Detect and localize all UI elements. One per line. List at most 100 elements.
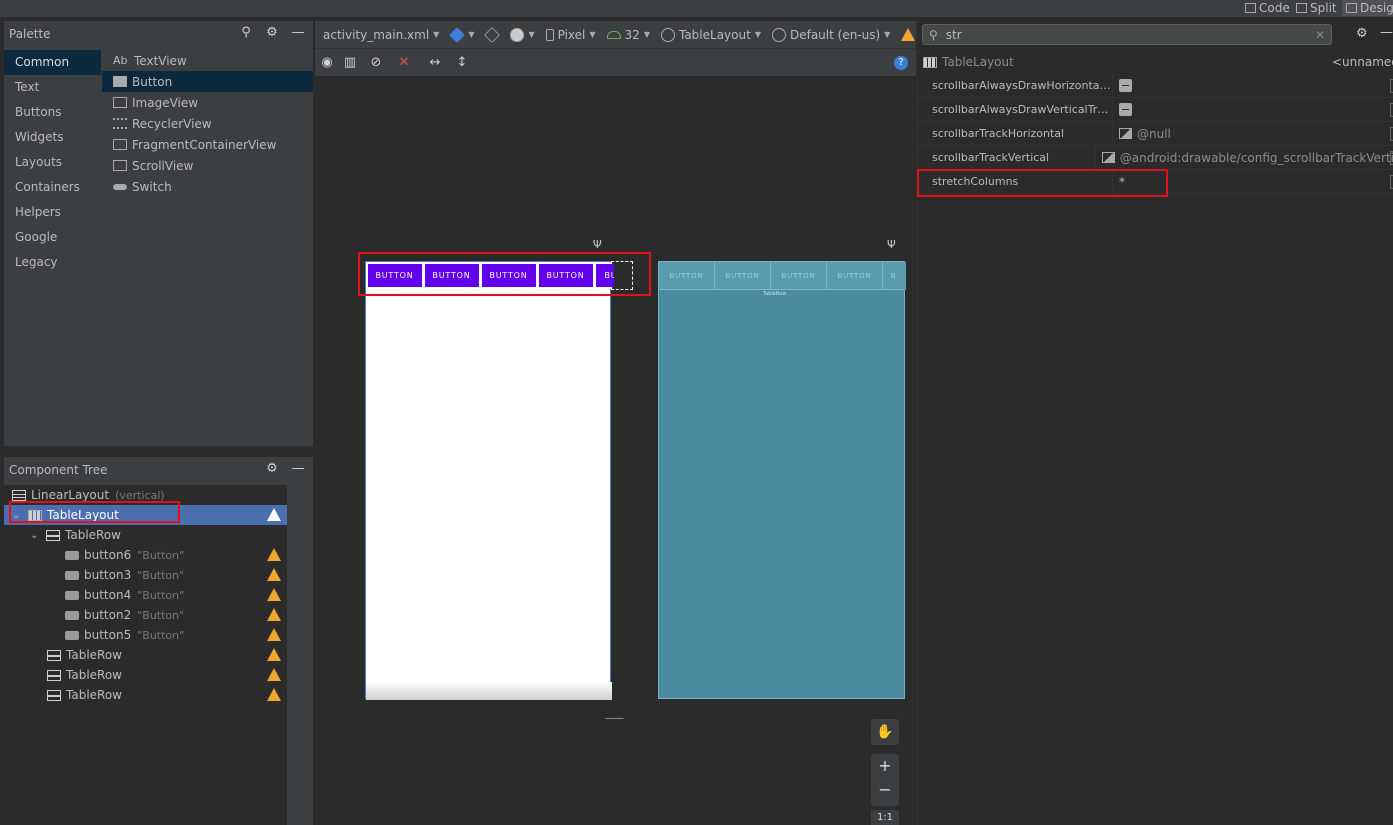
palette-category-layouts[interactable]: Layouts xyxy=(4,150,101,175)
tree-row-button2[interactable]: button2 "Button" xyxy=(4,605,287,625)
blueprint-button[interactable]: BUTTON xyxy=(827,262,883,290)
design-mode-label: Design xyxy=(1360,1,1393,15)
api-level-selector[interactable]: 32 ▼ xyxy=(606,28,650,42)
clear-constraints-icon[interactable]: ✕ xyxy=(397,56,411,70)
minimize-icon[interactable]: — xyxy=(291,462,305,476)
attribute-value[interactable]: @android:drawable/config_scrollbarTrackV… xyxy=(1120,151,1393,165)
palette-item-label: TextView xyxy=(134,53,187,68)
attribute-value[interactable]: @null xyxy=(1137,127,1171,141)
vertical-margin-icon[interactable]: ↕ xyxy=(455,56,469,70)
tree-row-tablerow[interactable]: TableRow xyxy=(4,665,287,685)
list-icon xyxy=(113,118,127,129)
wrench-icon[interactable]: Ψ xyxy=(887,238,897,252)
palette-item-recyclerview[interactable]: RecyclerView xyxy=(102,113,313,134)
blueprint-toggle-icon[interactable]: ▥ xyxy=(343,56,357,70)
tree-row-button3[interactable]: button3 "Button" xyxy=(4,565,287,585)
tree-row-tablerow[interactable]: ⌄ TableRow xyxy=(4,525,287,545)
help-icon[interactable]: ? xyxy=(894,56,908,70)
tablerow-icon xyxy=(47,689,61,701)
autoconnect-off-icon[interactable]: ⊘ xyxy=(369,56,383,70)
code-mode-button[interactable]: Code xyxy=(1245,0,1290,16)
palette-item-switch[interactable]: Switch xyxy=(102,176,313,197)
component-tree-scrollbar-area[interactable] xyxy=(287,485,313,825)
tree-row-button6[interactable]: button6 "Button" xyxy=(4,545,287,565)
checkbox-icon[interactable] xyxy=(1119,103,1132,116)
chevron-down-icon[interactable]: ⌄ xyxy=(30,530,42,541)
night-mode-selector[interactable]: ▼ xyxy=(510,27,535,42)
zoom-in-button[interactable]: + xyxy=(871,754,899,778)
attribute-row[interactable]: scrollbarAlwaysDrawVerticalTrack xyxy=(918,97,1393,122)
warning-icon[interactable] xyxy=(267,548,281,561)
palette-item-button[interactable]: Button xyxy=(102,71,313,92)
palette-category-common[interactable]: Common xyxy=(4,50,101,75)
wrench-icon[interactable]: Ψ xyxy=(593,238,603,252)
palette-title: Palette xyxy=(9,27,51,41)
gear-icon[interactable]: ⚙ xyxy=(265,462,279,476)
blueprint-button-partial[interactable]: B xyxy=(883,262,904,290)
clear-search-icon[interactable]: ✕ xyxy=(1315,28,1325,42)
file-selector[interactable]: activity_main.xml ▼ xyxy=(323,28,439,42)
warning-icon[interactable] xyxy=(267,508,281,521)
blueprint-button[interactable]: BUTTON xyxy=(715,262,771,290)
warnings-button[interactable] xyxy=(901,28,916,41)
warning-icon[interactable] xyxy=(267,568,281,581)
palette-item-scrollview[interactable]: ScrollView xyxy=(102,155,313,176)
minimize-icon[interactable]: — xyxy=(1380,25,1393,40)
search-icon: ⚲ xyxy=(929,27,938,42)
design-nav-bar xyxy=(366,682,612,700)
pan-hand-button[interactable]: ✋ xyxy=(871,719,899,745)
palette-items: Ab TextView Button ImageView RecyclerVie… xyxy=(102,50,313,197)
palette-category-helpers[interactable]: Helpers xyxy=(4,200,101,225)
palette-item-fragmentcontainerview[interactable]: FragmentContainerView xyxy=(102,134,313,155)
attribute-row[interactable]: scrollbarAlwaysDrawHorizontalTr... xyxy=(918,73,1393,98)
design-preview[interactable]: BUTTON BUTTON BUTTON BUTTON BU xyxy=(365,261,614,700)
warning-icon[interactable] xyxy=(267,628,281,641)
view-mode-bar: Code Split Design xyxy=(0,0,1393,18)
palette-item-textview[interactable]: Ab TextView xyxy=(102,50,313,71)
orientation-selector[interactable] xyxy=(484,26,501,43)
warning-icon[interactable] xyxy=(267,608,281,621)
horizontal-margin-icon[interactable]: ↔ xyxy=(428,56,442,70)
palette-item-imageview[interactable]: ImageView xyxy=(102,92,313,113)
palette-category-containers[interactable]: Containers xyxy=(4,175,101,200)
warning-icon[interactable] xyxy=(267,668,281,681)
eye-icon[interactable]: ◉ xyxy=(320,56,334,70)
zoom-out-button[interactable]: − xyxy=(871,778,899,802)
gear-icon[interactable]: ⚙ xyxy=(1356,26,1368,41)
warning-icon[interactable] xyxy=(267,648,281,661)
palette-category-buttons[interactable]: Buttons xyxy=(4,100,101,125)
locale-selector[interactable]: Default (en-us) ▼ xyxy=(771,27,890,42)
blueprint-preview[interactable]: BUTTON BUTTON BUTTON BUTTON B TableRow xyxy=(658,261,906,699)
design-mode-button[interactable]: Design xyxy=(1342,0,1393,16)
blueprint-button[interactable]: BUTTON xyxy=(771,262,827,290)
button-icon xyxy=(65,550,79,560)
tree-row-label: button3 xyxy=(84,568,132,582)
tree-row-tablerow[interactable]: TableRow xyxy=(4,645,287,665)
checkbox-icon[interactable] xyxy=(1119,79,1132,92)
tree-row-button5[interactable]: button5 "Button" xyxy=(4,625,287,645)
attribute-name: scrollbarAlwaysDrawHorizontalTr... xyxy=(918,73,1113,98)
design-surface-selector[interactable]: ▼ xyxy=(449,26,474,43)
minimize-icon[interactable]: — xyxy=(291,26,305,40)
attribute-row[interactable]: scrollbarTrackVertical @android:drawable… xyxy=(918,145,1393,170)
blueprint-button[interactable]: BUTTON xyxy=(659,262,715,290)
palette-category-text[interactable]: Text xyxy=(4,75,101,100)
search-icon[interactable]: ⚲ xyxy=(239,26,253,40)
tree-row-tablerow[interactable]: TableRow xyxy=(4,685,287,705)
theme-selector[interactable]: TableLayout ▼ xyxy=(660,27,761,42)
attribute-search-input[interactable]: ⚲ str ✕ xyxy=(922,24,1332,45)
device-selector[interactable]: Pixel ▼ xyxy=(545,28,596,42)
palette-item-label: ImageView xyxy=(132,95,199,110)
attribute-id-value[interactable]: <unnamed> xyxy=(1332,55,1393,69)
warning-icon[interactable] xyxy=(267,688,281,701)
palette-category-widgets[interactable]: Widgets xyxy=(4,125,101,150)
tree-row-label: button2 xyxy=(84,608,132,622)
warning-icon[interactable] xyxy=(267,588,281,601)
gear-icon[interactable]: ⚙ xyxy=(265,26,279,40)
palette-category-google[interactable]: Google xyxy=(4,225,101,250)
split-mode-button[interactable]: Split xyxy=(1296,0,1337,16)
zoom-reset-button[interactable]: 1:1 xyxy=(871,810,899,825)
tree-row-button4[interactable]: button4 "Button" xyxy=(4,585,287,605)
palette-category-legacy[interactable]: Legacy xyxy=(4,250,101,275)
attribute-row[interactable]: scrollbarTrackHorizontal @null xyxy=(918,121,1393,146)
